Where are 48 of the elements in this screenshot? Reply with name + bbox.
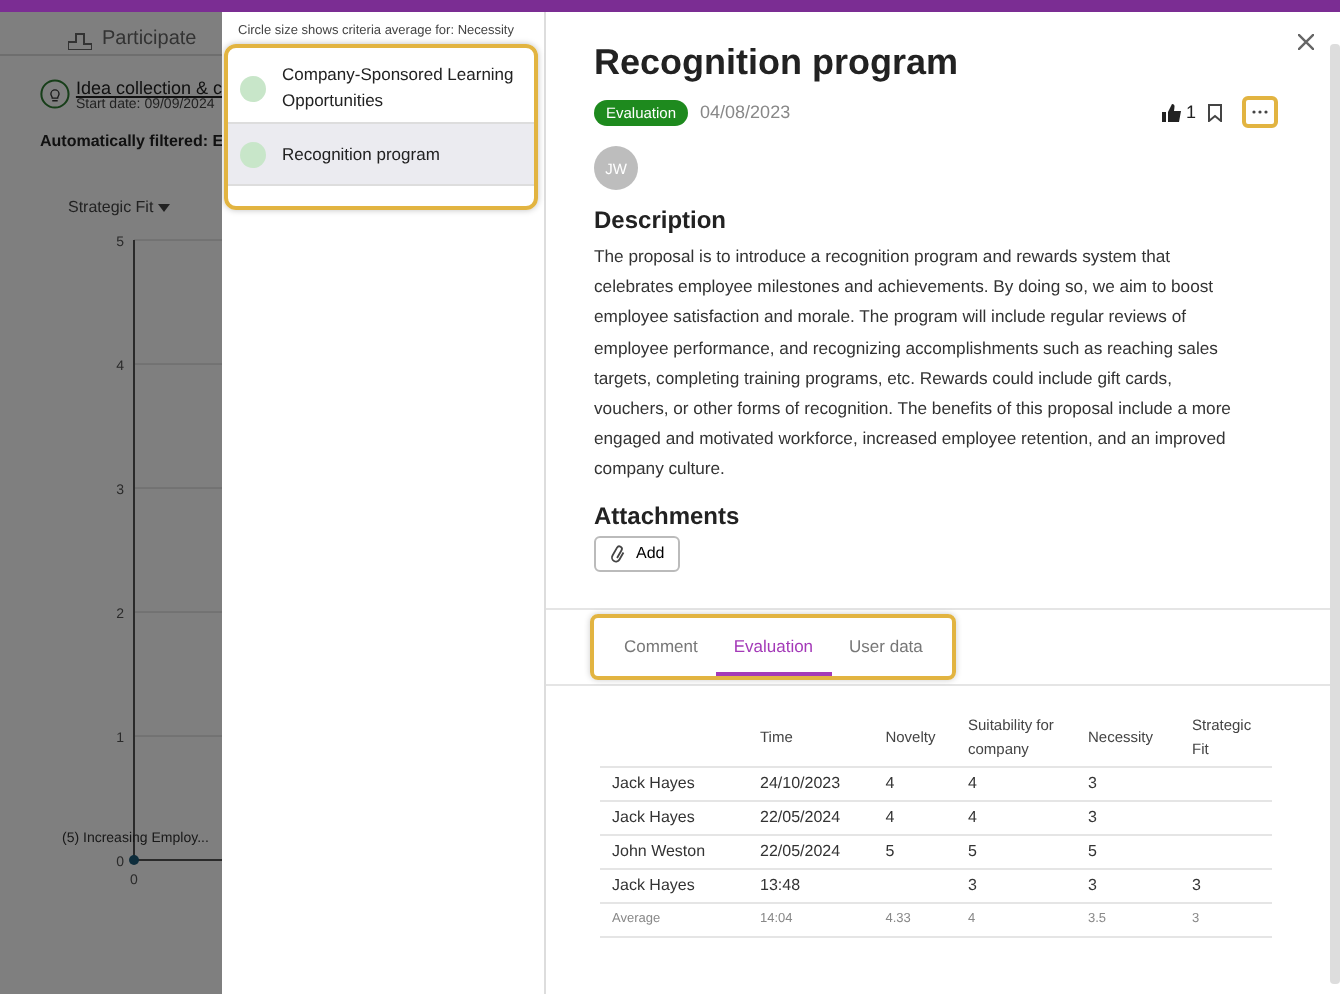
- idea-title: Company-Sponsored Learning Opportunities: [282, 62, 516, 114]
- idea-list-item[interactable]: Company-Sponsored Learning Opportunities: [228, 54, 534, 122]
- phase-title[interactable]: Idea collection & c: [75, 77, 222, 97]
- table-cell: 3: [1088, 800, 1192, 835]
- table-cell: 3: [1192, 868, 1272, 903]
- evaluator-name: John Weston: [600, 834, 760, 869]
- table-cell: 4: [968, 800, 1088, 835]
- idea-title: Recognition program: [282, 141, 440, 167]
- table-cell: 24/10/2023: [760, 766, 886, 801]
- table-cell: 4: [885, 800, 968, 835]
- close-icon: [1298, 34, 1314, 50]
- table-cell: 4: [885, 766, 968, 801]
- table-cell: 5: [1088, 834, 1192, 869]
- filter-label: Automatically filtered: E: [38, 130, 222, 150]
- table-cell: 3: [1088, 868, 1192, 903]
- table-cell: 4: [968, 766, 1088, 801]
- detail-tab[interactable]: Evaluation: [715, 623, 832, 676]
- table-cell: 13:48: [760, 868, 886, 903]
- caret-icon: [157, 204, 170, 212]
- table-cell: 5: [885, 834, 968, 869]
- detail-tab[interactable]: Comment: [606, 623, 716, 676]
- add-attachment-button[interactable]: Add: [594, 535, 681, 572]
- data-point[interactable]: [129, 855, 139, 865]
- table-cell: 22/05/2024: [760, 834, 886, 869]
- vertical-scrollbar[interactable]: [1330, 44, 1340, 984]
- table-cell: 3: [968, 868, 1088, 903]
- x-axis: [133, 859, 222, 861]
- close-button[interactable]: [1298, 34, 1314, 50]
- idea-list-item[interactable]: Recognition program: [228, 122, 534, 186]
- evaluator-name: Jack Hayes: [600, 868, 760, 903]
- idea-date: 04/08/2023: [700, 102, 791, 122]
- description-text: The proposal is to introduce a recognition program and rewards system that celebrates employee milestones and achievements. By doing so, we aim to boost employee satisfaction and morale. The program will include regular reviews of employee performance, and recognizing accomplishments such as reaching sales targets, completing training programs, etc. Rewards could include gift cards, vouchers, or other forms of recognition. The benefits of this proposal include a more engaged and motivated workforce, increased employee retention, and an improved company culture.: [594, 244, 1233, 483]
- bookmark-icon[interactable]: [1208, 103, 1222, 121]
- table-cell: 5: [968, 834, 1088, 869]
- like-button[interactable]: 1: [1161, 102, 1196, 122]
- more-button[interactable]: [1242, 96, 1278, 128]
- table-cell: 3: [1088, 766, 1192, 801]
- thumbs-up-icon: [1161, 103, 1182, 121]
- section-heading: Description: [594, 206, 729, 234]
- podium-icon: [68, 29, 92, 49]
- detail-tab[interactable]: User data: [831, 623, 941, 676]
- table-cell: 22/05/2024: [760, 800, 886, 835]
- axis-select[interactable]: Strategic Fit: [0, 150, 222, 216]
- evaluator-name: Jack Hayes: [600, 800, 760, 835]
- paperclip-icon: [610, 543, 626, 564]
- evaluator-name: Jack Hayes: [600, 766, 760, 801]
- section-heading: Attachments: [594, 501, 742, 530]
- idea-title: Recognition program: [594, 42, 961, 84]
